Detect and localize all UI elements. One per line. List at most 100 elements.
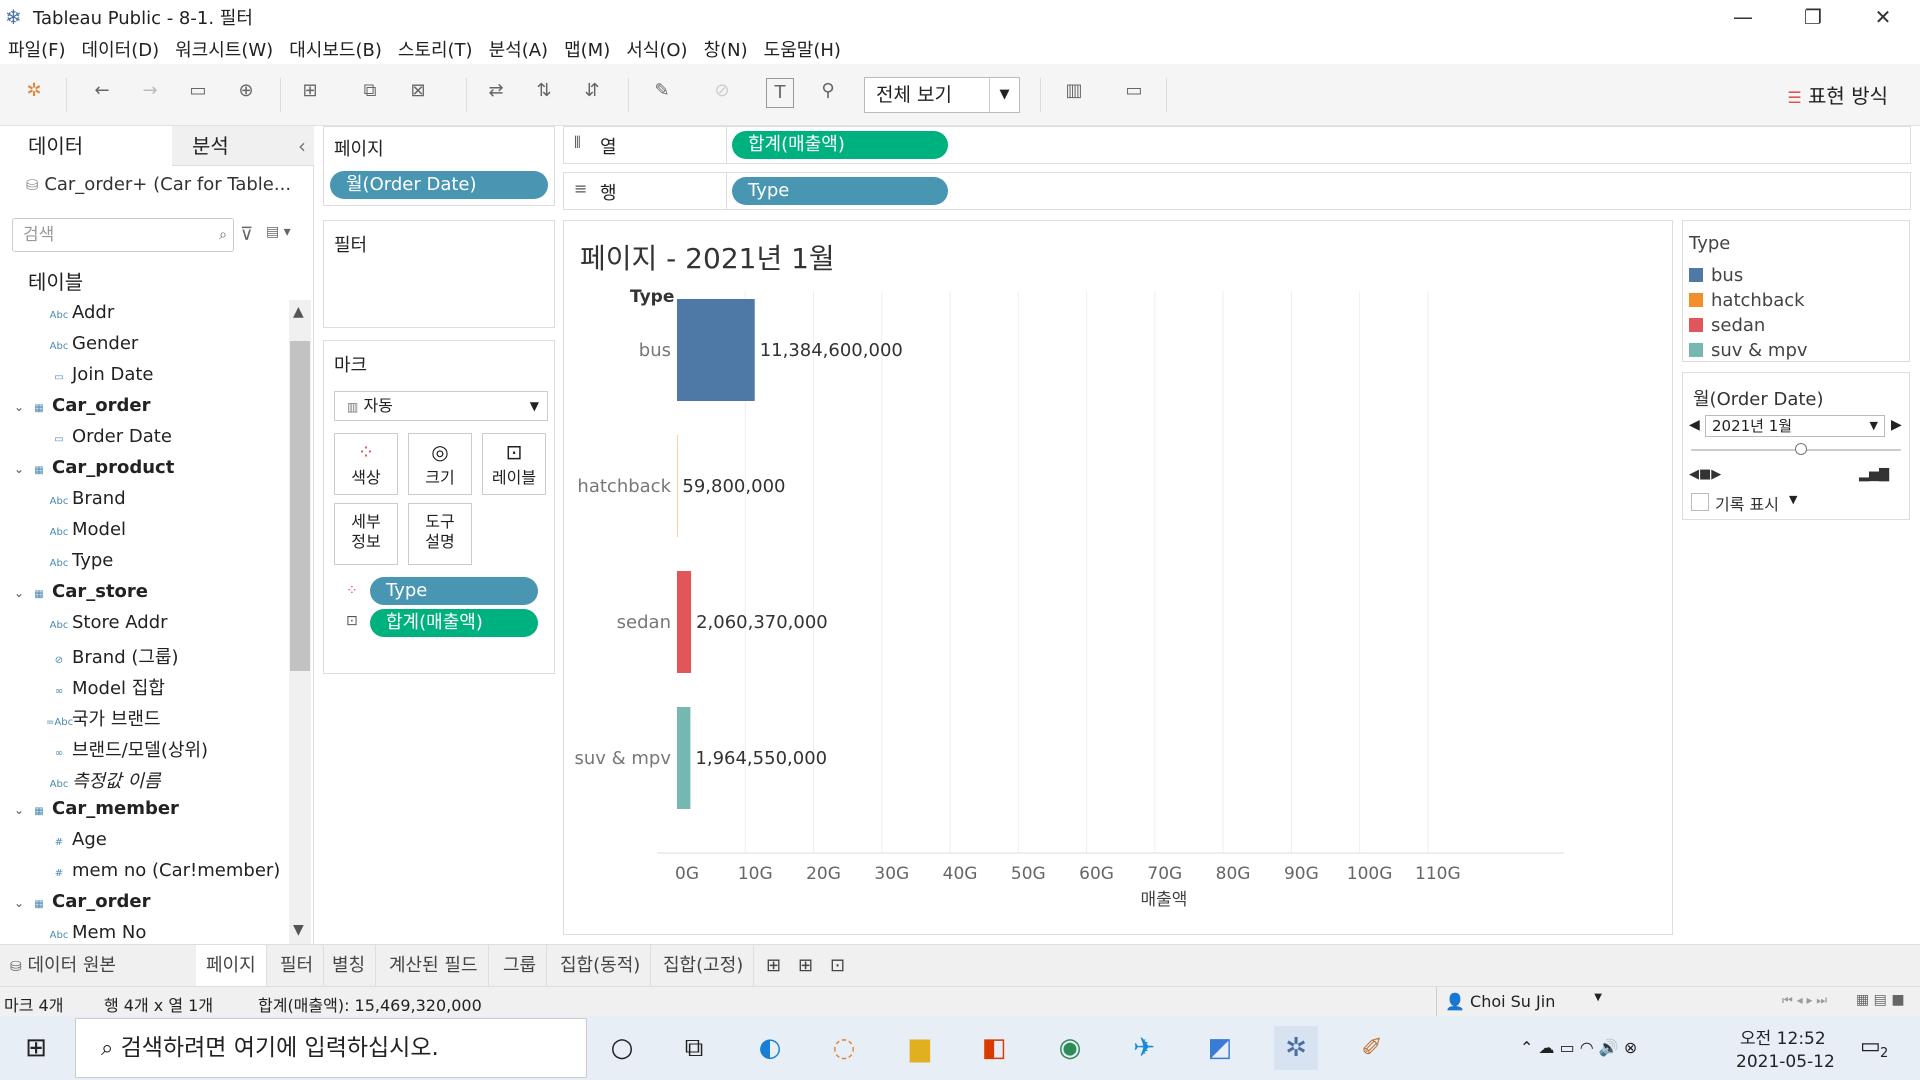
field-item[interactable]: Abc Mem No: [46, 922, 147, 943]
menu-data[interactable]: 데이터(D): [82, 36, 160, 62]
field-item[interactable]: ⌄ ▦ Car_order: [14, 891, 150, 912]
page-slider-thumb[interactable]: [1795, 443, 1807, 455]
field-item[interactable]: ⊘ Brand (그룹): [46, 643, 179, 669]
swap-icon[interactable]: ⇄: [482, 80, 510, 101]
restore-button[interactable]: ❐: [1778, 0, 1848, 34]
caret-down-icon[interactable]: ⌄: [14, 586, 26, 600]
duplicate-sheet-icon[interactable]: ⧉: [356, 80, 384, 101]
save-icon[interactable]: ▭: [184, 80, 212, 101]
minimize-button[interactable]: —: [1708, 0, 1778, 34]
tab-alias[interactable]: 별칭: [322, 945, 377, 987]
tab-set-dynamic[interactable]: 집합(동적): [550, 945, 652, 987]
new-story-icon[interactable]: ⊡: [820, 945, 855, 987]
page-select[interactable]: 2021년 1월 ▼: [1705, 415, 1885, 437]
field-item[interactable]: # mem no (Car!member): [46, 860, 281, 881]
detail-button[interactable]: 세부 정보: [334, 503, 398, 565]
caret-down-icon[interactable]: ⌄: [14, 400, 26, 414]
sort-descending-icon[interactable]: ⇵: [578, 80, 606, 101]
caret-down-icon[interactable]: ⌄: [14, 896, 26, 910]
mark-type-dropdown[interactable]: ▥ 자동 ▼: [334, 391, 548, 421]
speed-icon[interactable]: ▂▅▇: [1859, 467, 1889, 482]
scroll-up-icon[interactable]: ▲: [293, 304, 304, 320]
close-button[interactable]: ✕: [1848, 0, 1918, 34]
pages-pill[interactable]: 월(Order Date): [330, 171, 548, 199]
fit-dropdown[interactable]: 전체 보기 ▼: [864, 77, 1020, 113]
new-dashboard-icon[interactable]: ⊞: [788, 945, 823, 987]
tab-data[interactable]: 데이터: [0, 126, 172, 166]
collapse-icon[interactable]: ‹: [298, 126, 306, 166]
datasource-item[interactable]: ⛁ Car_order+ (Car for Table...: [26, 174, 291, 195]
chrome-icon[interactable]: ◉: [1048, 1026, 1092, 1070]
field-item[interactable]: ▭ Join Date: [46, 364, 153, 385]
field-item[interactable]: Abc 측정값 이름: [46, 767, 161, 793]
field-item[interactable]: Abc Addr: [46, 302, 115, 323]
tab-filter[interactable]: 필터: [270, 945, 325, 987]
caret-down-icon[interactable]: ⌄: [14, 803, 26, 817]
file-explorer-icon[interactable]: ▆: [898, 1026, 942, 1070]
office-icon[interactable]: ◧: [972, 1026, 1016, 1070]
field-item[interactable]: ⌄ ▦ Car_store: [14, 581, 148, 602]
new-worksheet-icon[interactable]: ⊞: [296, 80, 324, 101]
history-checkbox[interactable]: [1691, 493, 1709, 511]
paint-icon[interactable]: ✐: [1350, 1026, 1394, 1070]
legend-item[interactable]: suv & mpv: [1689, 340, 1808, 361]
field-item[interactable]: Abc Brand: [46, 488, 126, 509]
next-page-icon[interactable]: ▶: [1891, 417, 1902, 433]
view-options-icon[interactable]: ▤ ▾: [266, 224, 291, 240]
history-dropdown-icon[interactable]: ▼: [1789, 493, 1797, 506]
menu-help[interactable]: 도움말(H): [764, 36, 841, 62]
legend-item[interactable]: hatchback: [1689, 290, 1805, 311]
field-item[interactable]: Abc Gender: [46, 333, 139, 354]
color-button[interactable]: ⁘ 색상: [334, 433, 398, 495]
windows-start-icon[interactable]: ⊞: [14, 1026, 58, 1070]
sort-ascending-icon[interactable]: ⇅: [530, 80, 558, 101]
scroll-down-icon[interactable]: ▼: [293, 922, 304, 938]
tab-group[interactable]: 그룹: [493, 945, 548, 987]
menu-format[interactable]: 서식(O): [626, 36, 687, 62]
field-item[interactable]: Abc Model: [46, 519, 126, 540]
menu-file[interactable]: 파일(F): [8, 36, 66, 62]
pin-axis-icon[interactable]: ⚲: [814, 80, 842, 101]
group-icon[interactable]: ⊘: [708, 80, 736, 101]
jupyter-icon[interactable]: ◌: [822, 1026, 866, 1070]
playback-controls-icon[interactable]: ◀■▶: [1689, 467, 1721, 482]
ebook-icon[interactable]: ✈: [1122, 1026, 1166, 1070]
cards-icon[interactable]: ▥: [1060, 80, 1088, 101]
tooltip-button[interactable]: 도구 설명: [408, 503, 472, 565]
filters-shelf[interactable]: 필터: [323, 220, 555, 328]
columns-shelf[interactable]: ⫴ 열 합계(매출액): [563, 126, 1911, 164]
label-button[interactable]: ⊡ 레이블: [482, 433, 546, 495]
rows-pill[interactable]: Type: [732, 177, 948, 205]
menu-dashboard[interactable]: 대시보드(B): [289, 36, 382, 62]
search-input[interactable]: 검색 ⌕: [12, 218, 234, 252]
rows-shelf[interactable]: ≡ 행 Type: [563, 172, 1911, 210]
field-item[interactable]: ⌄ ▦ Car_product: [14, 457, 174, 478]
field-item[interactable]: ∞ Model 집합: [46, 674, 165, 700]
user-menu[interactable]: 👤 Choi Su Jin ▼: [1436, 987, 1612, 1017]
menu-analysis[interactable]: 분석(A): [489, 36, 548, 62]
redo-icon[interactable]: →: [136, 80, 164, 101]
field-item[interactable]: ⌄ ▦ Car_member: [14, 798, 179, 819]
menu-map[interactable]: 맵(M): [564, 36, 610, 62]
tab-datasource[interactable]: ⛁ 데이터 원본: [0, 945, 196, 987]
field-item[interactable]: ∞ 브랜드/모델(상위): [46, 736, 208, 762]
size-button[interactable]: ◎ 크기: [408, 433, 472, 495]
undo-icon[interactable]: ←: [88, 80, 116, 101]
legend-item[interactable]: sedan: [1689, 315, 1765, 336]
presentation-icon[interactable]: ▭: [1120, 80, 1148, 101]
menu-worksheet[interactable]: 워크시트(W): [175, 36, 273, 62]
field-item[interactable]: ▭ Order Date: [46, 426, 172, 447]
tab-analysis[interactable]: 분석 ‹: [172, 126, 314, 166]
taskbar-search-input[interactable]: ⌕ 검색하려면 여기에 입력하십시오.: [75, 1018, 587, 1078]
menu-story[interactable]: 스토리(T): [398, 36, 473, 62]
field-item[interactable]: Abc Store Addr: [46, 612, 168, 633]
edge-icon[interactable]: ◐: [748, 1026, 792, 1070]
tab-set-fixed[interactable]: 집합(고정): [653, 945, 755, 987]
new-worksheet-icon[interactable]: ⊞: [756, 945, 791, 987]
caret-down-icon[interactable]: ⌄: [14, 462, 26, 476]
new-datasource-icon[interactable]: ⊕: [232, 80, 260, 101]
menu-window[interactable]: 창(N): [704, 36, 748, 62]
sheet-nav-icon[interactable]: ⏮ ◂ ▸ ⏭: [1782, 993, 1827, 1008]
notification-icon[interactable]: ▭: [1860, 1034, 1881, 1059]
prev-page-icon[interactable]: ◀: [1689, 417, 1700, 433]
